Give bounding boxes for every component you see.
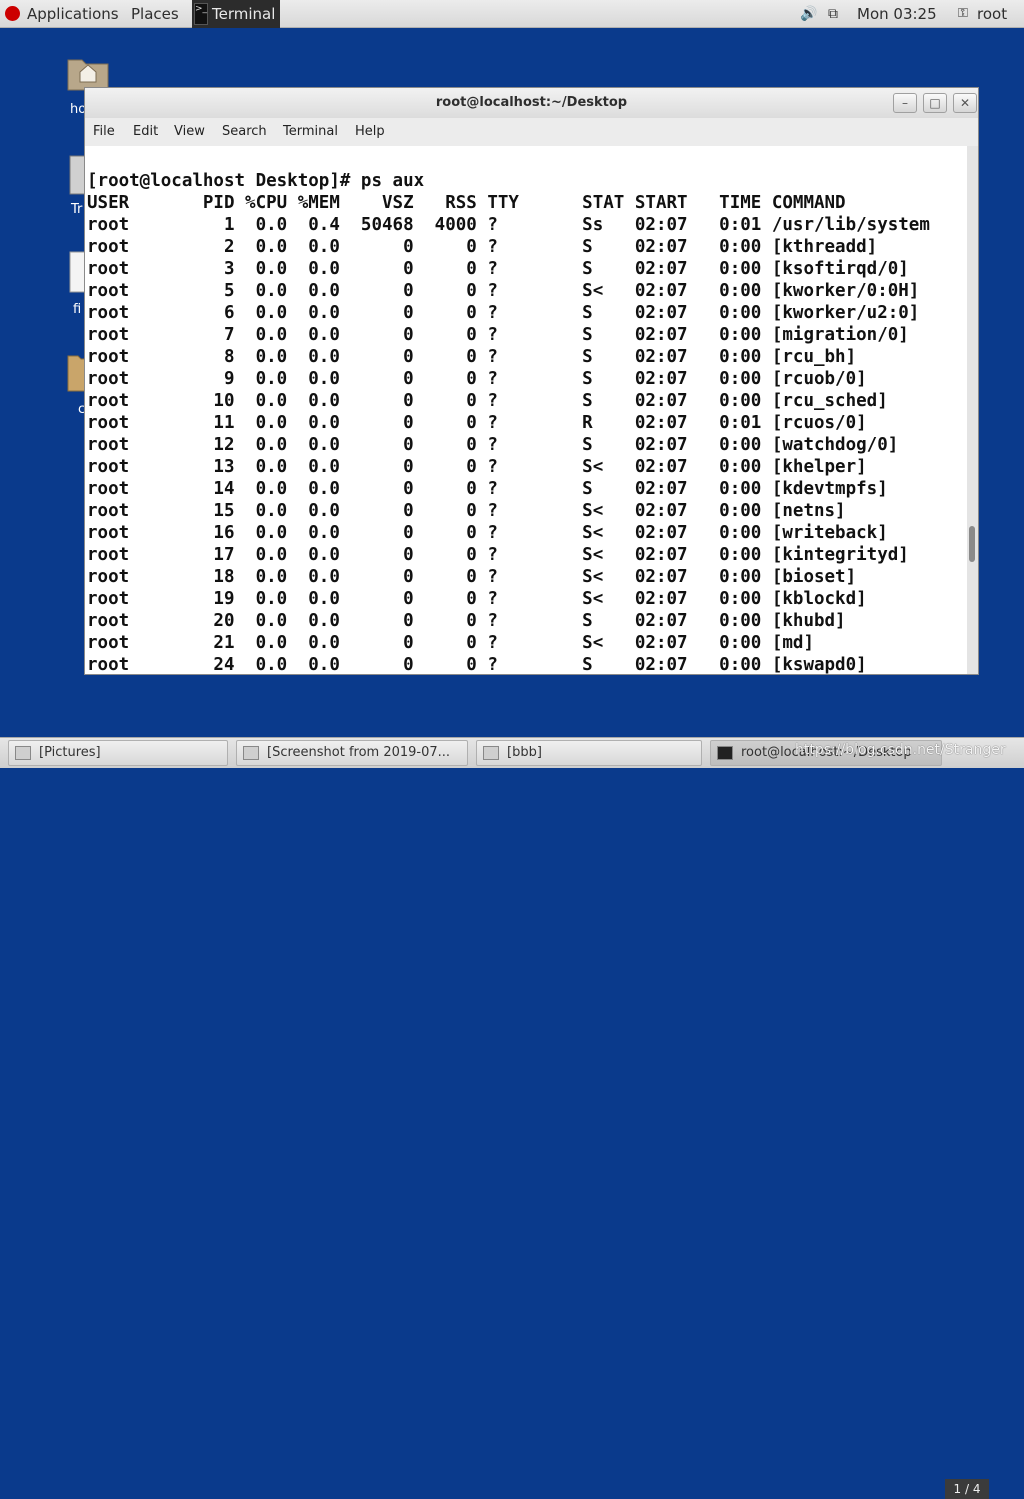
menu-edit[interactable]: Edit <box>133 118 158 146</box>
user-menu[interactable]: root <box>977 0 1007 28</box>
window-title: root@localhost:~/Desktop <box>435 95 628 110</box>
home-folder-icon <box>67 59 109 91</box>
task-label: [bbb] <box>507 745 542 760</box>
scrollbar-thumb[interactable] <box>969 526 975 562</box>
image-viewer-icon <box>243 746 259 760</box>
ps-process-line: root 19 0.0 0.0 0 0 ? S< 02:07 0:00 [kbl… <box>87 589 867 609</box>
ps-process-line: root 12 0.0 0.0 0 0 ? S 02:07 0:00 [watc… <box>87 435 899 455</box>
workspace-pager[interactable]: 1 / 4 <box>945 1479 989 1499</box>
terminal-launcher-label: Terminal <box>212 5 276 23</box>
ps-process-line: root 10 0.0 0.0 0 0 ? S 02:07 0:00 [rcu_… <box>87 391 888 411</box>
close-button[interactable]: ✕ <box>953 93 977 113</box>
terminal-launcher[interactable]: >_ Terminal <box>192 0 280 28</box>
minimize-button[interactable]: – <box>893 93 917 113</box>
ps-header-line: USER PID %CPU %MEM VSZ RSS TTY STAT STAR… <box>87 193 846 213</box>
user-icon: ⚿ <box>958 6 968 21</box>
ps-process-line: root 16 0.0 0.0 0 0 ? S< 02:07 0:00 [wri… <box>87 523 888 543</box>
clock[interactable]: Mon 03:25 <box>857 0 937 28</box>
menu-search[interactable]: Search <box>222 118 267 146</box>
folder-icon <box>15 746 31 760</box>
watermark-text: https://blog.csdn.net/Stranger <box>795 742 1006 758</box>
ps-process-line: root 7 0.0 0.0 0 0 ? S 02:07 0:00 [migra… <box>87 325 909 345</box>
ps-process-line: root 9 0.0 0.0 0 0 ? S 02:07 0:00 [rcuob… <box>87 369 867 389</box>
task-bbb[interactable]: [bbb] <box>476 740 702 766</box>
task-label: [Pictures] <box>39 745 101 760</box>
redhat-icon <box>5 6 20 21</box>
ps-process-line: root 20 0.0 0.0 0 0 ? S 02:07 0:00 [khub… <box>87 611 846 631</box>
applications-menu[interactable]: Applications <box>27 0 119 28</box>
ps-process-line: root 18 0.0 0.0 0 0 ? S< 02:07 0:00 [bio… <box>87 567 857 587</box>
ps-process-line: root 1 0.0 0.4 50468 4000 ? Ss 02:07 0:0… <box>87 215 930 235</box>
top-panel: Applications Places >_ Terminal 🔊 ⧉ Mon … <box>0 0 1024 28</box>
menu-view[interactable]: View <box>174 118 205 146</box>
ps-process-line: root 2 0.0 0.0 0 0 ? S 02:07 0:00 [kthre… <box>87 237 878 257</box>
task-screenshot[interactable]: [Screenshot from 2019-07... <box>236 740 468 766</box>
task-label: [Screenshot from 2019-07... <box>267 745 451 760</box>
terminal-output[interactable]: [root@localhost Desktop]# ps aux USER PID… <box>85 146 967 674</box>
window-titlebar[interactable]: root@localhost:~/Desktop – □ ✕ <box>85 88 978 118</box>
places-menu[interactable]: Places <box>131 0 179 28</box>
ps-process-line: root 5 0.0 0.0 0 0 ? S< 02:07 0:00 [kwor… <box>87 281 920 301</box>
terminal-icon <box>717 746 733 760</box>
task-pictures[interactable]: [Pictures] <box>8 740 228 766</box>
terminal-window: root@localhost:~/Desktop – □ ✕ File Edit… <box>84 87 979 675</box>
ps-process-line: root 15 0.0 0.0 0 0 ? S< 02:07 0:00 [net… <box>87 501 846 521</box>
ps-process-line: root 17 0.0 0.0 0 0 ? S< 02:07 0:00 [kin… <box>87 545 909 565</box>
ps-process-line: root 24 0.0 0.0 0 0 ? S 02:07 0:00 [kswa… <box>87 655 867 674</box>
ps-process-line: root 21 0.0 0.0 0 0 ? S< 02:07 0:00 [md] <box>87 633 814 653</box>
menu-terminal[interactable]: Terminal <box>283 118 338 146</box>
ps-process-line: root 13 0.0 0.0 0 0 ? S< 02:07 0:00 [khe… <box>87 457 867 477</box>
desktop-icon-label: Tr <box>71 202 83 217</box>
menu-file[interactable]: File <box>93 118 115 146</box>
terminal-prompt-line: [root@localhost Desktop]# ps aux <box>87 171 425 191</box>
ps-process-line: root 8 0.0 0.0 0 0 ? S 02:07 0:00 [rcu_b… <box>87 347 857 367</box>
ps-process-line: root 14 0.0 0.0 0 0 ? S 02:07 0:00 [kdev… <box>87 479 888 499</box>
display-icon[interactable]: ⧉ <box>828 0 838 28</box>
desktop-icon-label: fi <box>73 302 82 317</box>
volume-icon[interactable]: 🔊 <box>800 0 817 28</box>
maximize-button[interactable]: □ <box>923 93 947 113</box>
terminal-icon: >_ <box>194 3 208 25</box>
ps-process-line: root 6 0.0 0.0 0 0 ? S 02:07 0:00 [kwork… <box>87 303 920 323</box>
menu-help[interactable]: Help <box>355 118 385 146</box>
folder-icon <box>483 746 499 760</box>
ps-process-line: root 3 0.0 0.0 0 0 ? S 02:07 0:00 [ksoft… <box>87 259 909 279</box>
terminal-scrollbar[interactable] <box>967 146 978 674</box>
ps-process-line: root 11 0.0 0.0 0 0 ? R 02:07 0:01 [rcuo… <box>87 413 867 433</box>
menu-bar: File Edit View Search Terminal Help <box>85 118 978 147</box>
